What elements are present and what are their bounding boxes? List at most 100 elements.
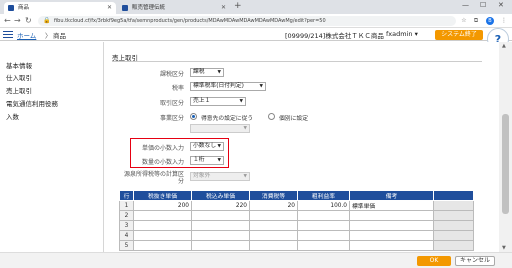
quantity-decimals-select[interactable]: １桁 ▼ xyxy=(190,156,224,165)
system-exit-button[interactable]: システム終了 xyxy=(435,29,483,40)
margin-cell[interactable] xyxy=(297,230,350,241)
chevron-down-icon: ▼ xyxy=(217,158,221,163)
unit-price-decimals-value: 小数なし xyxy=(193,143,217,149)
margin-cell[interactable] xyxy=(297,210,350,221)
scrollbar-thumb[interactable] xyxy=(502,114,509,214)
chevron-down-icon: ▼ xyxy=(243,126,247,131)
scroll-up-icon[interactable]: ▲ xyxy=(502,43,506,49)
ok-button[interactable]: OK xyxy=(417,256,451,266)
user-menu[interactable]: fxadmin ▾ xyxy=(386,30,418,38)
browser-tab-bar: 商品 ✕ 販売管理伝統 ✕ + — ☐ ✕ xyxy=(0,0,512,14)
business-type-select: ▼ xyxy=(190,124,250,133)
margin-cell[interactable] xyxy=(297,240,350,251)
breadcrumb-home-link[interactable]: ホーム xyxy=(17,30,36,40)
incl-price-cell[interactable] xyxy=(191,210,250,221)
chevron-down-icon: ▼ xyxy=(217,70,221,75)
unit-price-decimals-select[interactable]: 小数なし ▼ xyxy=(190,142,224,151)
reload-icon[interactable]: ↻ xyxy=(25,16,32,26)
browser-tab-sales[interactable]: 販売管理伝統 ✕ xyxy=(118,2,230,14)
sidebar-item-quantity[interactable]: 入数 xyxy=(6,111,19,121)
cancel-button[interactable]: キャンセル xyxy=(455,256,495,266)
radio-follow-client-label[interactable]: 得意先の設定に従う xyxy=(201,113,253,122)
margin-cell[interactable]: 100.0 xyxy=(297,200,350,211)
excl-price-cell[interactable] xyxy=(133,220,192,231)
row-number: 2 xyxy=(119,210,134,221)
breadcrumb-separator: 〉 xyxy=(45,32,52,40)
table-row: 1 200 220 20 100.0 標準単価 xyxy=(119,200,474,211)
tax-rate-select[interactable]: 標準税率(日付判定) ▼ xyxy=(190,82,266,91)
new-tab-icon[interactable]: + xyxy=(234,1,242,11)
section-divider xyxy=(112,61,482,62)
radio-individual-label[interactable]: 個別に設定 xyxy=(279,113,308,122)
transaction-type-select[interactable]: 売上１ ▼ xyxy=(190,97,246,106)
sidebar-item-telecom[interactable]: 電気通信利用役務 xyxy=(6,98,58,108)
quantity-decimals-value: １桁 xyxy=(193,157,205,163)
vertical-scrollbar[interactable]: ▲ ▼ xyxy=(499,42,512,252)
tax-rate-label: 税率 xyxy=(171,85,184,92)
sidebar-item-purchase[interactable]: 仕入取引 xyxy=(6,72,32,82)
hamburger-menu-icon[interactable] xyxy=(3,31,13,39)
tax-cell[interactable]: 20 xyxy=(249,200,298,211)
consumption-tax-value: 対象外 xyxy=(193,173,211,179)
browser-address-bar: ← → ↻ 🔒 fibu.tkcloud.cf/fx/3rbkf9eg5a/tf… xyxy=(0,14,512,28)
excl-price-cell[interactable] xyxy=(133,210,192,221)
row-number: 4 xyxy=(119,230,134,241)
note-cell[interactable] xyxy=(349,230,434,241)
sidebar-nav: 基本情報 仕入取引 売上取引 電気通信利用役務 入数 xyxy=(0,42,104,252)
incl-price-cell[interactable] xyxy=(191,240,250,251)
table-row: 2 xyxy=(119,210,474,221)
profile-avatar[interactable]: B xyxy=(486,17,494,25)
url-text: fibu.tkcloud.cf/fx/3rbkf9eg5a/tfa/semnpr… xyxy=(54,18,326,24)
excl-price-cell[interactable] xyxy=(133,240,192,251)
radio-individual[interactable] xyxy=(268,113,275,120)
tax-cell[interactable] xyxy=(249,230,298,241)
browser-menu-icon[interactable]: ⋮ xyxy=(500,17,508,25)
excl-price-cell[interactable] xyxy=(133,230,192,241)
sidebar-item-sales[interactable]: 売上取引 xyxy=(6,85,32,95)
url-input[interactable]: 🔒 fibu.tkcloud.cf/fx/3rbkf9eg5a/tfa/semn… xyxy=(38,16,456,26)
excl-price-cell[interactable]: 200 xyxy=(133,200,192,211)
tax-cell[interactable] xyxy=(249,220,298,231)
col-incl-price: 税込み単価 xyxy=(191,190,250,201)
radio-follow-client[interactable] xyxy=(190,113,197,120)
sidebar-item-basic-info[interactable]: 基本情報 xyxy=(6,60,32,70)
tax-cell[interactable] xyxy=(249,210,298,221)
tab-title: 商品 xyxy=(18,5,30,11)
chevron-down-icon: ▼ xyxy=(259,84,263,89)
company-name: [09999/214]株式会社ＴＫＣ商品 xyxy=(285,32,384,40)
margin-cell[interactable] xyxy=(297,220,350,231)
col-margin: 粗利益率 xyxy=(297,190,350,201)
extensions-icon[interactable]: ⧉ xyxy=(472,17,480,25)
bookmark-star-icon[interactable]: ☆ xyxy=(460,17,468,25)
close-tab-icon[interactable]: ✕ xyxy=(107,2,112,14)
table-row: 3 xyxy=(119,220,474,231)
back-icon[interactable]: ← xyxy=(4,16,11,26)
tax-category-value: 課税 xyxy=(193,69,205,75)
close-window-icon[interactable]: ✕ xyxy=(498,1,504,9)
row-number: 1 xyxy=(119,200,134,211)
forward-icon[interactable]: → xyxy=(14,16,21,26)
lock-icon: 🔒 xyxy=(43,17,51,24)
close-tab-icon[interactable]: ✕ xyxy=(221,2,226,14)
page-favicon-icon xyxy=(8,5,14,11)
tax-category-select[interactable]: 課税 ▼ xyxy=(190,68,224,77)
incl-price-cell[interactable] xyxy=(191,230,250,241)
chevron-down-icon: ▼ xyxy=(243,174,247,179)
incl-price-cell[interactable] xyxy=(191,220,250,231)
note-cell[interactable] xyxy=(349,210,434,221)
note-cell[interactable]: 標準単価 xyxy=(349,200,434,211)
browser-tab-products[interactable]: 商品 ✕ xyxy=(4,2,116,14)
transaction-type-label: 取引区分 xyxy=(159,100,184,107)
tax-category-label: 課税区分 xyxy=(159,71,184,78)
note-cell[interactable] xyxy=(349,240,434,251)
tax-rate-value: 標準税率(日付判定) xyxy=(193,83,244,89)
row-number: 5 xyxy=(119,240,134,251)
minimize-icon[interactable]: — xyxy=(462,1,469,9)
main-content: 売上取引 課税区分 課税 ▼ 税率 標準税率(日付判定) ▼ 取引区分 売上１ ▼ 事… xyxy=(104,42,499,252)
maximize-icon[interactable]: ☐ xyxy=(480,1,486,9)
tax-cell[interactable] xyxy=(249,240,298,251)
user-name: fxadmin xyxy=(386,30,413,38)
note-cell[interactable] xyxy=(349,220,434,231)
incl-price-cell[interactable]: 220 xyxy=(191,200,250,211)
scroll-down-icon[interactable]: ▼ xyxy=(502,245,506,251)
